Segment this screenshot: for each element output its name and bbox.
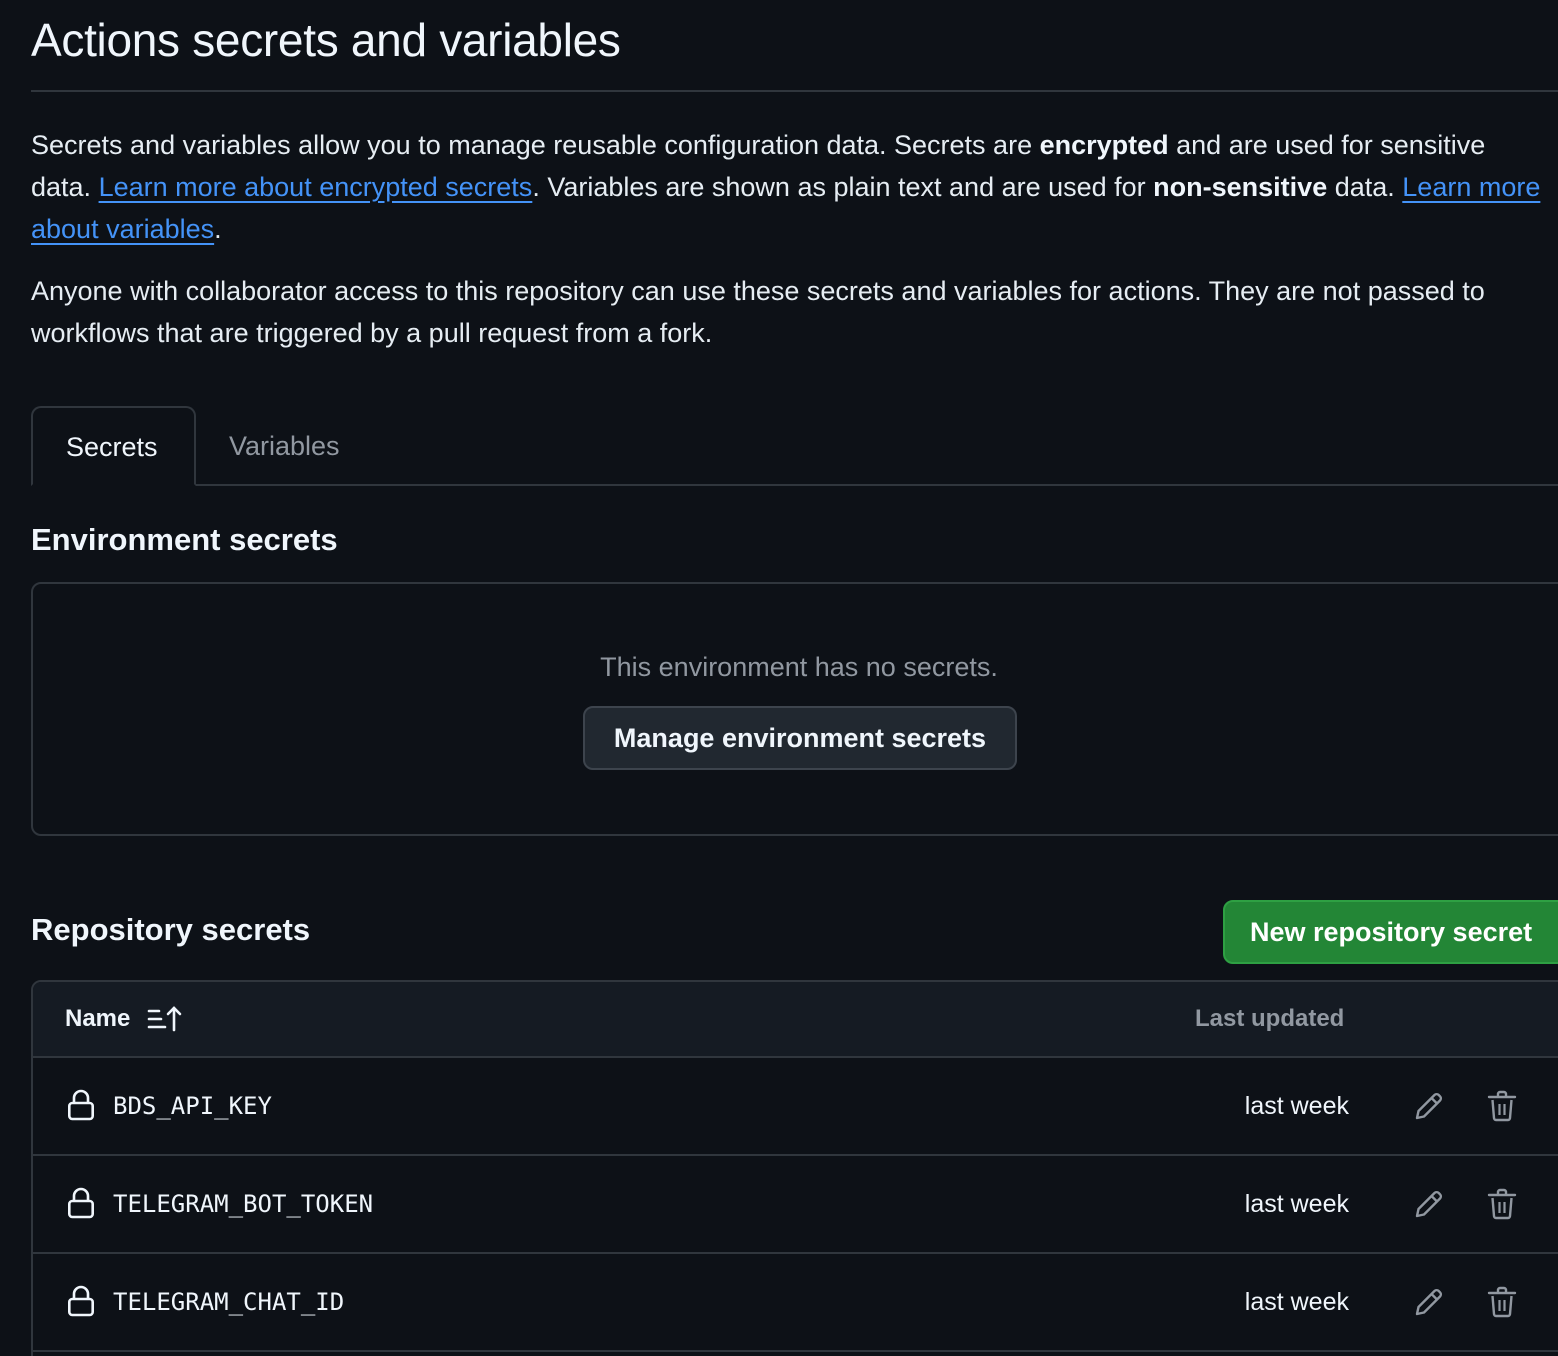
secret-last-updated: last week: [1244, 1288, 1349, 1316]
environment-empty-message: This environment has no secrets.: [600, 652, 998, 682]
new-repository-secret-button[interactable]: New repository secret: [1223, 900, 1558, 964]
environment-secrets-heading: Environment secrets: [31, 522, 338, 557]
intro-bold-encrypted: encrypted: [1039, 130, 1169, 160]
pencil-icon[interactable]: [1413, 1286, 1445, 1318]
intro-bold-non-sensitive: non-sensitive: [1153, 172, 1328, 202]
secret-name: TELEGRAM_CHAT_ID: [113, 1288, 345, 1316]
manage-environment-secrets-button[interactable]: Manage environment secrets: [583, 706, 1017, 770]
column-header-last-updated: Last updated: [1195, 1005, 1345, 1032]
repository-secrets-heading: Repository secrets: [31, 912, 311, 947]
trash-icon[interactable]: [1487, 1090, 1517, 1122]
tab-bar: Secrets Variables: [31, 406, 1558, 486]
tab-secrets[interactable]: Secrets: [31, 406, 196, 486]
lock-icon: [67, 1285, 94, 1317]
title-divider: [31, 90, 1558, 92]
pencil-icon[interactable]: [1413, 1188, 1445, 1220]
sort-ascending-icon[interactable]: [147, 1005, 183, 1033]
learn-encrypted-secrets-link[interactable]: Learn more about encrypted secrets: [99, 172, 533, 202]
intro-text-1: Secrets and variables allow you to manag…: [31, 130, 1040, 160]
table-row: TELEGRAM_CHAT_ID last week: [33, 1254, 1558, 1352]
intro-text-5: .: [214, 214, 222, 244]
pencil-icon[interactable]: [1413, 1090, 1445, 1122]
lock-icon: [67, 1187, 94, 1219]
intro-text-3: . Variables are shown as plain text and …: [532, 172, 1154, 202]
table-header: Name Last updated: [33, 982, 1558, 1058]
secret-last-updated: last week: [1244, 1092, 1349, 1120]
settings-page: Actions secrets and variables Secrets an…: [0, 0, 1558, 1356]
secret-name: TELEGRAM_BOT_TOKEN: [113, 1190, 374, 1218]
table-row: BDS_API_KEY last week: [33, 1058, 1558, 1156]
trash-icon[interactable]: [1487, 1188, 1517, 1220]
column-header-name[interactable]: Name: [65, 982, 130, 1056]
tab-variables[interactable]: Variables: [196, 406, 373, 486]
lock-icon: [67, 1089, 94, 1121]
repository-secrets-table: Name Last updated BDS_API_KEY last week: [31, 980, 1558, 1356]
trash-icon[interactable]: [1487, 1286, 1517, 1318]
intro-text: Secrets and variables allow you to manag…: [31, 124, 1551, 250]
collaborator-note: Anyone with collaborator access to this …: [31, 276, 1485, 348]
environment-secrets-box: This environment has no secrets. Manage …: [31, 582, 1558, 836]
intro-text-4: data.: [1327, 172, 1403, 202]
table-row: TELEGRAM_BOT_TOKEN last week: [33, 1156, 1558, 1254]
page-title: Actions secrets and variables: [31, 14, 621, 66]
secret-last-updated: last week: [1244, 1190, 1349, 1218]
secret-name: BDS_API_KEY: [113, 1092, 272, 1120]
